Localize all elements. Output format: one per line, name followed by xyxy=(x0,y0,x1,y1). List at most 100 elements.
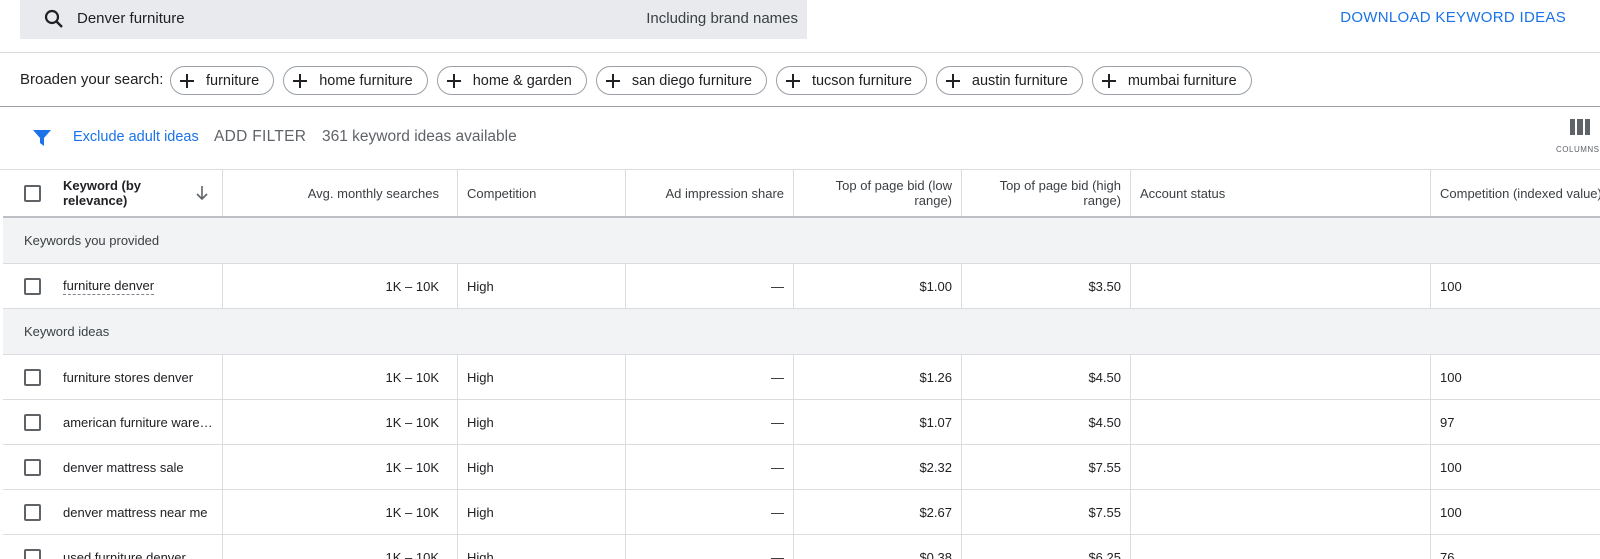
table-row: used furniture denver 1K – 10K High — $0… xyxy=(3,535,1600,559)
competition-cell: High xyxy=(458,400,626,444)
header-keyword-label: Keyword (by relevance) xyxy=(63,178,142,208)
row-checkbox[interactable] xyxy=(24,413,41,431)
broaden-chip[interactable]: home furniture xyxy=(283,66,428,95)
bid-low-cell: $1.26 xyxy=(794,355,962,399)
chip-label: home furniture xyxy=(319,72,413,89)
chip-label: austin furniture xyxy=(971,72,1068,89)
keyword-cell: furniture stores denver xyxy=(3,355,223,399)
bid-high-cell: $6.25 xyxy=(962,535,1131,559)
account-status-cell xyxy=(1131,490,1431,534)
header-bid-low[interactable]: Top of page bid (low range) xyxy=(794,170,962,216)
filter-bar: Exclude adult ideas ADD FILTER 361 keywo… xyxy=(0,107,1600,170)
broaden-chip[interactable]: san diego furniture xyxy=(595,66,767,95)
broaden-chip[interactable]: mumbai furniture xyxy=(1091,66,1252,95)
searches-cell: 1K – 10K xyxy=(223,264,458,308)
header-keyword[interactable]: Keyword (by relevance) xyxy=(3,170,223,216)
bid-low-cell: $1.00 xyxy=(794,264,962,308)
bid-high-cell: $4.50 xyxy=(962,400,1131,444)
table-row: furniture stores denver 1K – 10K High — … xyxy=(3,355,1600,400)
keyword-text[interactable]: furniture denver xyxy=(63,278,155,295)
competition-cell: High xyxy=(458,535,626,559)
account-status-cell xyxy=(1131,535,1431,559)
searches-cell: 1K – 10K xyxy=(223,400,458,444)
impression-cell: — xyxy=(626,490,794,534)
bid-low-cell: $0.38 xyxy=(794,535,962,559)
row-checkbox[interactable] xyxy=(24,458,41,476)
bid-high-cell: $3.50 xyxy=(962,264,1131,308)
columns-button[interactable]: COLUMNS xyxy=(1556,119,1600,154)
search-box[interactable]: Denver furniture Including brand names xyxy=(20,0,807,39)
header-avg-monthly-searches[interactable]: Avg. monthly searches xyxy=(223,170,458,216)
competition-cell: High xyxy=(458,264,626,308)
select-all-checkbox[interactable] xyxy=(24,184,41,202)
plus-icon xyxy=(785,73,800,88)
keyword-cell: denver mattress near me xyxy=(3,490,223,534)
broaden-chips: furniture home furniture home & garden s… xyxy=(170,66,1252,95)
add-filter-button[interactable]: ADD FILTER xyxy=(214,128,306,146)
impression-cell: — xyxy=(626,355,794,399)
plus-icon xyxy=(1101,73,1116,88)
table-header: Keyword (by relevance) Avg. monthly sear… xyxy=(3,170,1600,218)
account-status-cell xyxy=(1131,400,1431,444)
keyword-text[interactable]: denver mattress near me xyxy=(63,505,208,520)
broaden-chip[interactable]: furniture xyxy=(170,66,275,95)
impression-cell: — xyxy=(626,264,794,308)
search-icon xyxy=(44,9,63,28)
row-checkbox[interactable] xyxy=(24,548,41,559)
broaden-chip[interactable]: tucson furniture xyxy=(775,66,927,95)
searches-cell: 1K – 10K xyxy=(223,355,458,399)
bid-low-cell: $2.32 xyxy=(794,445,962,489)
group-header-provided: Keywords you provided xyxy=(3,218,1600,264)
brand-names-toggle[interactable]: Including brand names xyxy=(646,10,798,27)
searches-cell: 1K – 10K xyxy=(223,535,458,559)
keyword-text[interactable]: denver mattress sale xyxy=(63,460,184,475)
account-status-cell xyxy=(1131,355,1431,399)
header-competition[interactable]: Competition xyxy=(458,170,626,216)
chip-label: mumbai furniture xyxy=(1127,72,1237,89)
table-row: american furniture warehouse 1K – 10K Hi… xyxy=(3,400,1600,445)
bid-low-cell: $2.67 xyxy=(794,490,962,534)
keyword-cell: american furniture warehouse xyxy=(3,400,223,444)
chip-label: tucson furniture xyxy=(811,72,912,89)
exclude-adult-ideas-filter[interactable]: Exclude adult ideas xyxy=(73,129,199,145)
keyword-text[interactable]: furniture stores denver xyxy=(63,370,193,385)
bid-high-cell: $7.55 xyxy=(962,445,1131,489)
table-row: furniture denver 1K – 10K High — $1.00 $… xyxy=(3,264,1600,309)
columns-label: COLUMNS xyxy=(1556,145,1600,154)
row-checkbox[interactable] xyxy=(24,277,41,295)
impression-cell: — xyxy=(626,400,794,444)
comp-index-cell: 97 xyxy=(1440,414,1455,430)
keyword-text[interactable]: american furniture warehouse xyxy=(63,415,213,430)
keyword-text[interactable]: used furniture denver xyxy=(63,550,186,559)
plus-icon xyxy=(446,73,461,88)
broaden-chip[interactable]: home & garden xyxy=(436,66,587,95)
bid-high-cell: $7.55 xyxy=(962,490,1131,534)
plus-icon xyxy=(945,73,960,88)
search-query[interactable]: Denver furniture xyxy=(77,10,185,27)
comp-index-cell: 100 xyxy=(1440,369,1462,385)
keyword-cell: used furniture denver xyxy=(3,535,223,559)
impression-cell: — xyxy=(626,535,794,559)
chip-label: san diego furniture xyxy=(631,72,752,89)
table-row: denver mattress sale 1K – 10K High — $2.… xyxy=(3,445,1600,490)
header-ad-impression-share[interactable]: Ad impression share xyxy=(626,170,794,216)
group-header-ideas: Keyword ideas xyxy=(3,309,1600,355)
comp-index-cell: 100 xyxy=(1440,278,1462,294)
row-checkbox[interactable] xyxy=(24,368,41,386)
plus-icon xyxy=(605,73,620,88)
bid-low-cell: $1.07 xyxy=(794,400,962,444)
download-keyword-ideas-button[interactable]: DOWNLOAD KEYWORD IDEAS xyxy=(1340,9,1566,26)
header-bid-high[interactable]: Top of page bid (high range) xyxy=(962,170,1131,216)
keyword-table: Keyword (by relevance) Avg. monthly sear… xyxy=(3,170,1600,559)
row-checkbox[interactable] xyxy=(24,503,41,521)
header-competition-indexed[interactable]: Competition (indexed value) xyxy=(1431,170,1600,216)
columns-icon xyxy=(1570,119,1590,135)
chip-label: home & garden xyxy=(472,72,572,89)
filter-icon[interactable] xyxy=(32,128,52,148)
sort-down-arrow-icon[interactable] xyxy=(195,185,209,201)
table-row: denver mattress near me 1K – 10K High — … xyxy=(3,490,1600,535)
header-account-status[interactable]: Account status xyxy=(1131,170,1431,216)
competition-cell: High xyxy=(458,445,626,489)
broaden-chip[interactable]: austin furniture xyxy=(935,66,1083,95)
bid-high-cell: $4.50 xyxy=(962,355,1131,399)
